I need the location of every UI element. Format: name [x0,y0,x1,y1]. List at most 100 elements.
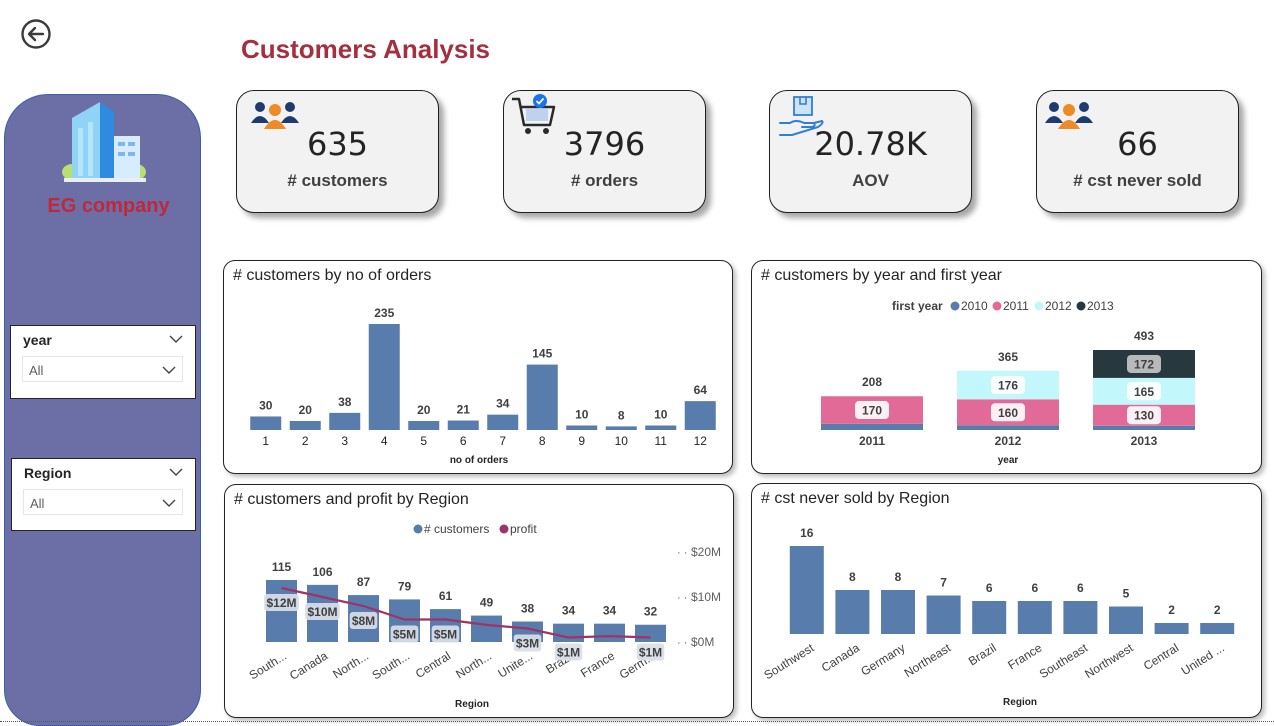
data-label: 5 [1123,587,1130,601]
total-label: 208 [862,375,882,389]
tick-label: 2013 [1131,434,1158,448]
bar[interactable] [1154,623,1189,634]
region-dropdown-value: All [30,496,45,511]
bar[interactable] [645,425,677,430]
tick-label: 2 [302,434,309,448]
bar[interactable] [881,590,915,634]
legend-title: first year [892,299,943,313]
bar[interactable] [408,420,440,430]
bar-segment[interactable] [821,423,923,430]
chevron-down-icon[interactable] [169,467,183,477]
bar[interactable] [368,324,400,430]
total-label: 493 [1134,329,1154,343]
chart-customers-profit-by-region: # customers and profit by Region # custo… [224,484,734,718]
profit-label: $3M [516,637,539,651]
kpi-card-customers: 635 # customers [236,90,439,213]
bar[interactable] [487,414,519,430]
year-dropdown[interactable]: All [22,356,183,382]
bar-segment[interactable] [1093,425,1195,430]
data-label: 30 [259,398,273,412]
bar[interactable] [635,624,666,642]
bar[interactable] [926,595,961,635]
y2-tick-label: $20M [691,545,721,559]
bar[interactable] [789,546,824,634]
bar-chart: 16 Southwest 8 Canada 8 Germany 7 Northeast 6 Bra… [761,526,1235,708]
bar[interactable] [972,601,1007,634]
data-label: 21 [457,403,471,417]
data-label: 64 [694,383,708,397]
bar[interactable] [1109,606,1143,635]
year-slicer-title: year [23,332,52,348]
tick-label: 10 [615,434,629,448]
profit-label: $5M [393,628,416,642]
tick-label: United ... [1179,641,1227,678]
data-label: 34 [603,604,617,618]
bar[interactable] [684,401,716,430]
region-dropdown[interactable]: All [23,489,183,515]
legend-label: profit [510,522,537,536]
combo-chart: # customers profit · · $20M · · $10M · · $0M 115… [247,522,721,710]
tick-label: Central [413,649,453,681]
profit-label: $12M [266,596,296,610]
data-label: 160 [998,406,1018,420]
data-label: 6 [1077,581,1084,595]
bar[interactable] [835,590,870,634]
chevron-down-icon [162,499,176,507]
bar[interactable] [1063,601,1098,634]
bar[interactable] [526,364,558,430]
data-label: 235 [374,306,394,320]
data-label: 10 [575,407,589,421]
legend-label: 2011 [1003,299,1029,313]
data-label: 10 [654,407,668,421]
bar[interactable] [1200,623,1235,634]
sidebar [4,94,201,726]
bar[interactable] [594,623,625,642]
legend-marker [413,524,423,534]
chart-customers-by-orders: # customers by no of orders 30 1 20 2 38 3 235… [223,260,733,474]
bar[interactable] [447,420,479,430]
chevron-down-icon[interactable] [169,334,183,344]
back-arrow-icon[interactable] [20,18,52,50]
data-label: 61 [439,589,453,603]
tick-label: 9 [578,434,585,448]
y2-tick-dots: · · [677,592,687,604]
bar[interactable] [250,416,282,430]
bar[interactable] [471,615,502,642]
data-label: 176 [998,379,1018,393]
bar[interactable] [1017,601,1052,634]
data-label: 34 [562,604,576,618]
tick-label: 7 [499,434,506,448]
data-label: 49 [480,596,494,610]
building-icon [62,102,146,182]
kpi-label: # customers [287,171,388,190]
data-label: 38 [338,395,352,409]
kpi-card-aov: 20.78K AOV [769,90,972,213]
data-label: 170 [862,404,882,418]
data-label: 106 [312,565,332,579]
tick-label: 1 [262,434,269,448]
data-label: 130 [1134,409,1154,423]
tick-label: 4 [381,434,388,448]
bar[interactable] [566,425,598,430]
bar[interactable] [553,623,584,642]
profit-label: $8M [352,614,375,628]
chart-never-sold-by-region: # cst never sold by Region 16 Southwest 8 C… [751,483,1262,718]
bar[interactable] [329,412,361,430]
data-label: 38 [521,602,535,616]
y2-tick-dots: · · [677,547,687,559]
bar[interactable] [605,426,637,430]
data-label: 6 [1031,581,1038,595]
chevron-down-icon [162,366,176,374]
tick-label: 3 [341,434,348,448]
legend-marker [950,301,960,311]
tick-label: Southeast [1037,640,1091,681]
year-slicer: year All [10,325,196,399]
bar[interactable] [289,420,321,430]
kpi-value: 66 [1117,125,1158,163]
kpi-label: # cst never sold [1073,171,1202,190]
profit-label: $5M [434,628,457,642]
data-label: 165 [1134,385,1154,399]
bar-segment[interactable] [957,425,1059,430]
tick-label: 5 [420,434,427,448]
data-label: 87 [357,575,371,589]
